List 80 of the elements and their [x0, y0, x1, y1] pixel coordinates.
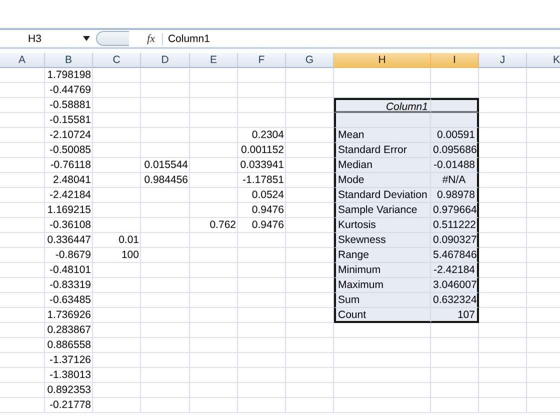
row-label: Maximum: [334, 278, 431, 293]
table-cell: #N/A: [431, 173, 479, 188]
table-cell-text: 0.9476: [250, 203, 285, 218]
row-label: Sample Variance: [334, 203, 431, 218]
table-cell-text: 2.48041: [52, 173, 92, 188]
table-cell: 0.632324: [431, 293, 479, 308]
column-header[interactable]: E: [190, 53, 238, 68]
resize-handle[interactable]: [96, 31, 129, 46]
table-cell: 0.979664: [431, 203, 479, 218]
column-header[interactable]: J: [479, 53, 527, 68]
table-cell-text: 0.336447: [46, 233, 92, 248]
row-label: Kurtosis: [334, 218, 431, 233]
table-cell: 5.467846: [431, 248, 479, 263]
table-cell-text: -2.10724: [48, 128, 92, 143]
table-cell-text: -0.48101: [48, 263, 92, 278]
row-label: Skewness: [334, 233, 431, 248]
formula-field[interactable]: Column1: [162, 32, 210, 44]
table-cell-text: -0.58881: [48, 98, 92, 113]
table-cell-text: 0.984456: [143, 173, 189, 188]
table-cell-text: 0.886558: [46, 338, 92, 353]
table-cell-text: -1.38013: [48, 368, 92, 383]
function-button[interactable]: fx: [147, 32, 155, 44]
column-header[interactable]: I: [431, 53, 479, 68]
table-cell-text: 0.015544: [143, 158, 189, 173]
table-cell: 0.511222: [431, 218, 479, 233]
table-cell-text: 0.001152: [240, 143, 285, 158]
table-cell-text: -0.76118: [49, 158, 92, 173]
column-header[interactable]: D: [141, 53, 190, 68]
table-cell-text: 0.033941: [239, 158, 285, 173]
table-cell: 0.090327: [431, 233, 479, 248]
column-header[interactable]: A: [0, 53, 45, 68]
table-cell-text: 0.2304: [250, 128, 285, 143]
table-cell: -0.01488: [431, 158, 479, 173]
row-label: Count: [334, 308, 431, 323]
table-cell-text: -0.8679: [54, 248, 92, 263]
row-label: Minimum: [334, 263, 431, 278]
table-cell-text: -0.63485: [48, 293, 92, 308]
table-cell-text: -2.42184: [48, 188, 92, 203]
table-cell-text: 100: [120, 248, 140, 263]
column-header[interactable]: F: [238, 53, 286, 68]
table-cell-text: -0.36108: [48, 218, 92, 233]
table-cell: [431, 98, 479, 113]
row-label: Mean: [334, 128, 431, 143]
column-header[interactable]: B: [45, 53, 93, 68]
table-cell-text: -1.37126: [48, 353, 92, 368]
table-cell-text: -0.21778: [48, 398, 92, 413]
table-cell: -2.42184: [431, 263, 479, 278]
table-cell-text: 0.9476: [250, 218, 285, 233]
row-label: Sum: [334, 293, 431, 308]
table-cell-text: 0.892353: [46, 383, 92, 398]
column-header[interactable]: G: [286, 53, 334, 68]
table-cell-text: -0.15581: [48, 113, 92, 128]
name-box[interactable]: H3: [0, 32, 83, 44]
row-label: Range: [334, 248, 431, 263]
table-cell-text: 1.169215: [46, 203, 92, 218]
caret-icon[interactable]: [83, 36, 90, 41]
table-cell: 3.046007: [431, 278, 479, 293]
table-cell-text: -0.50085: [48, 143, 92, 158]
table-cell-text: 1.736926: [46, 308, 92, 323]
table-cell: 0.00591: [431, 128, 479, 143]
column-header[interactable]: C: [93, 53, 141, 68]
row-label: Median: [334, 158, 431, 173]
table-cell: 0.095686: [431, 143, 479, 158]
summary-title: Column1: [334, 98, 431, 113]
table-cell: 107: [431, 308, 479, 323]
table-cell-text: -1.17851: [242, 173, 285, 188]
table-cell-text: 0.283867: [46, 323, 92, 338]
table-cell: [431, 113, 479, 128]
table-cell-text: -0.44769: [48, 83, 92, 98]
row-label: Standard Error: [334, 143, 431, 158]
table-cell-text: 0.01: [118, 233, 140, 248]
table-cell-text: 0.0524: [250, 188, 285, 203]
table-cell-text: -0.83319: [48, 278, 92, 293]
table-cell-text: 1.798198: [46, 68, 92, 83]
table-cell-text: 0.762: [208, 218, 237, 233]
column-header[interactable]: K: [527, 53, 560, 68]
row-label: Standard Deviation: [334, 188, 431, 203]
row-label: Mode: [334, 173, 431, 188]
table-cell: 0.98978: [431, 188, 479, 203]
column-header[interactable]: H: [334, 53, 431, 68]
